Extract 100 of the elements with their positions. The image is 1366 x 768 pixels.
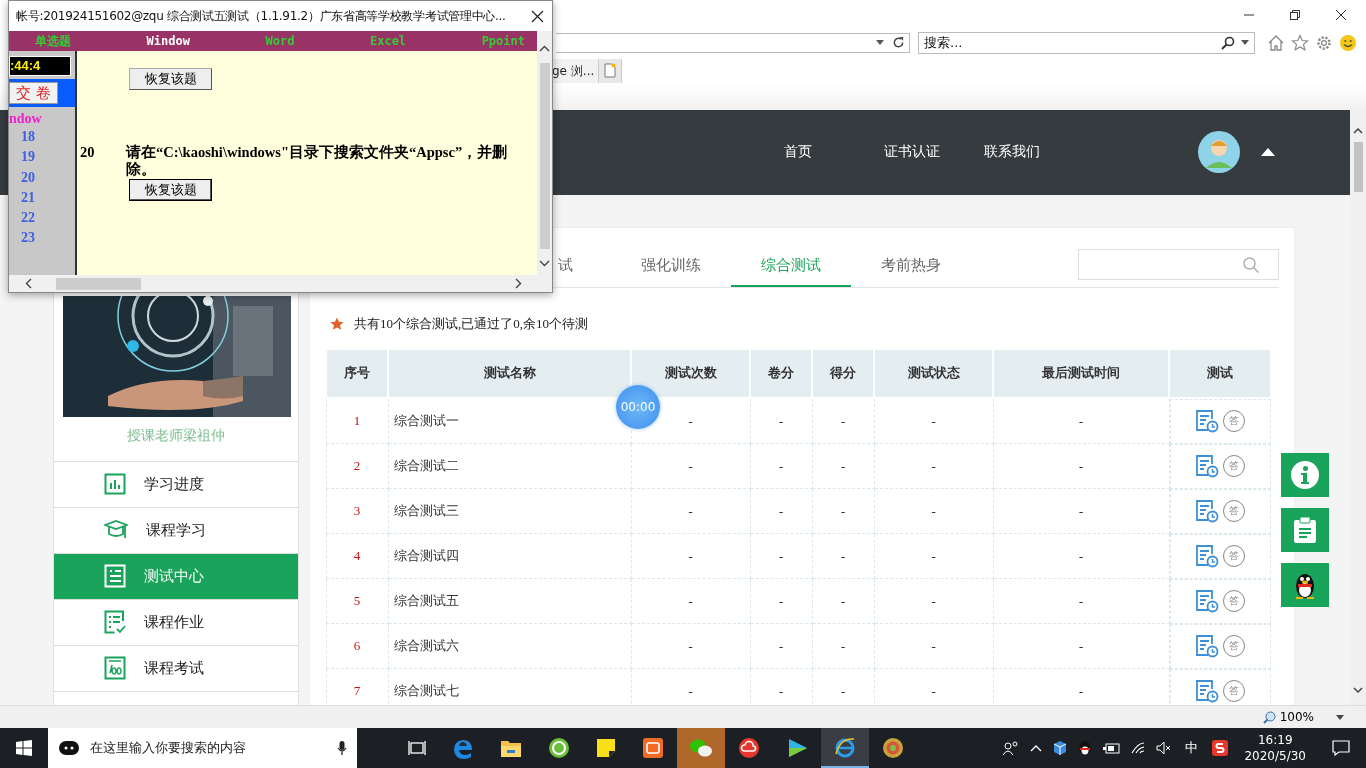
scrollbar[interactable] xyxy=(1350,109,1366,706)
table-cell: - xyxy=(750,397,812,444)
search-field[interactable]: 搜索... xyxy=(918,31,1255,54)
play-icon[interactable] xyxy=(786,737,808,759)
zoom-icon[interactable] xyxy=(1262,710,1276,724)
caret-icon[interactable] xyxy=(1336,714,1344,720)
submit-button[interactable]: 交 卷 xyxy=(9,82,58,104)
table-cell: 3 xyxy=(326,488,388,534)
refresh-icon[interactable] xyxy=(892,36,905,50)
scroll-up-icon[interactable] xyxy=(1353,127,1363,134)
document-clock-icon[interactable] xyxy=(1195,499,1220,524)
sidebar-item[interactable]: 课程学习 xyxy=(54,506,298,553)
scrollbar[interactable] xyxy=(9,275,552,292)
scroll-down-icon[interactable] xyxy=(1353,687,1363,694)
info-icon[interactable] xyxy=(1290,459,1320,490)
document-clock-icon[interactable] xyxy=(1195,634,1220,659)
cube-icon[interactable] xyxy=(1052,740,1069,756)
notification-icon[interactable] xyxy=(1332,740,1350,756)
zoom-level[interactable]: 100% xyxy=(1279,710,1314,725)
home-icon[interactable] xyxy=(1267,33,1285,52)
clipboard-icon[interactable] xyxy=(1293,515,1317,544)
teacher-name: 授课老师梁祖仲 xyxy=(126,425,226,445)
scroll-right-icon[interactable] xyxy=(515,278,522,289)
caret-up-icon[interactable] xyxy=(1261,148,1275,157)
scroll-left-icon[interactable] xyxy=(25,278,32,289)
question-link[interactable]: 21 xyxy=(9,187,75,209)
clipboard-button[interactable] xyxy=(1281,507,1329,552)
sidebar-item[interactable]: 课程考试 xyxy=(54,644,298,691)
caret-icon[interactable] xyxy=(1241,40,1249,46)
game-icon[interactable] xyxy=(882,737,904,759)
scroll-up-icon[interactable] xyxy=(539,45,550,52)
internet-explorer-icon[interactable] xyxy=(821,728,869,768)
category-tab[interactable]: Ppoint xyxy=(481,34,525,48)
category-tab[interactable]: Window xyxy=(146,34,190,48)
people-icon[interactable] xyxy=(1002,740,1021,756)
folder-icon[interactable] xyxy=(500,738,522,758)
document-clock-icon[interactable] xyxy=(1195,679,1220,704)
avatar-icon[interactable] xyxy=(1197,130,1241,175)
scroll-down-icon[interactable] xyxy=(539,260,550,267)
question-link[interactable]: 18 xyxy=(9,127,75,148)
sticky-note-icon[interactable] xyxy=(596,738,616,758)
address-field[interactable] xyxy=(556,32,910,53)
document-clock-icon[interactable] xyxy=(1195,589,1220,614)
sogou-icon[interactable] xyxy=(1211,739,1230,757)
category-tab[interactable]: Word xyxy=(265,34,295,48)
input-method-indicator[interactable]: 中 xyxy=(1185,739,1199,757)
browser-tab[interactable]: ge 浏... xyxy=(552,58,600,83)
nav-link[interactable]: 联系我们 xyxy=(984,143,1084,162)
penguin-button[interactable] xyxy=(1281,562,1329,607)
scrollbar-thumb[interactable] xyxy=(539,63,550,249)
sidebar-item[interactable]: 课程作业 xyxy=(54,598,298,645)
task-view-icon[interactable] xyxy=(408,740,426,756)
document-clock-icon[interactable] xyxy=(1195,454,1220,479)
question-link[interactable]: 19 xyxy=(9,147,75,168)
cloud-icon[interactable] xyxy=(738,737,760,759)
restore-button[interactable]: 恢复该题 xyxy=(129,68,212,90)
scrollbar[interactable] xyxy=(537,31,552,275)
scrollbar-thumb[interactable] xyxy=(1353,141,1363,192)
speaker-muted-icon[interactable] xyxy=(1156,741,1173,755)
search-icon[interactable] xyxy=(1221,35,1235,50)
category-tab[interactable]: Excel xyxy=(369,34,407,48)
tab[interactable]: 试 xyxy=(557,242,573,287)
clock-time[interactable]: 16:19 xyxy=(1257,732,1293,748)
question-link[interactable]: 20 xyxy=(9,167,75,188)
close-icon[interactable] xyxy=(1335,8,1347,21)
search-field[interactable] xyxy=(1078,249,1279,281)
column-header: 测试名称 xyxy=(388,348,631,398)
chat-app-icon[interactable] xyxy=(677,728,725,768)
settings-icon[interactable] xyxy=(1315,33,1333,52)
wifi-icon[interactable] xyxy=(1130,741,1147,755)
battery-icon[interactable] xyxy=(1102,742,1121,754)
tab[interactable]: 考前热身 xyxy=(851,242,971,287)
penguin-icon[interactable] xyxy=(1078,740,1093,756)
restore-button[interactable]: 恢复该题 xyxy=(129,179,212,201)
microphone-icon[interactable] xyxy=(337,740,347,756)
nav-link[interactable]: 首页 xyxy=(784,143,884,162)
edge-browser-icon[interactable] xyxy=(452,737,474,759)
star-icon[interactable] xyxy=(1291,33,1309,52)
clock-date[interactable]: 2020/5/30 xyxy=(1244,748,1306,764)
tab[interactable]: 综合测试 xyxy=(731,242,851,287)
chevron-up-icon[interactable] xyxy=(1030,744,1043,752)
restore-icon[interactable] xyxy=(1289,8,1301,21)
taskbar-search-field[interactable]: 在这里输入你要搜索的内容 xyxy=(48,728,357,768)
category-tab[interactable]: 单选题 xyxy=(35,32,71,50)
nav-link[interactable]: 证书认证 xyxy=(884,143,984,162)
question-link[interactable]: 22 xyxy=(9,208,75,229)
start-icon[interactable] xyxy=(16,740,32,756)
sidebar-item[interactable]: 学习进度 xyxy=(54,460,298,507)
question-link[interactable]: 23 xyxy=(9,228,75,249)
close-icon[interactable] xyxy=(531,9,544,23)
document-clock-icon[interactable] xyxy=(1195,409,1220,434)
tv-icon[interactable] xyxy=(642,737,664,759)
scrollbar-thumb[interactable] xyxy=(56,277,141,290)
caret-icon[interactable] xyxy=(876,40,884,46)
ring-icon[interactable] xyxy=(548,737,570,759)
tab[interactable]: 强化训练 xyxy=(611,242,731,287)
sidebar-item[interactable]: 测试中心 xyxy=(54,552,298,599)
document-clock-icon[interactable] xyxy=(1195,544,1220,569)
info-button[interactable] xyxy=(1281,452,1329,497)
smiley-icon[interactable] xyxy=(1339,33,1357,52)
